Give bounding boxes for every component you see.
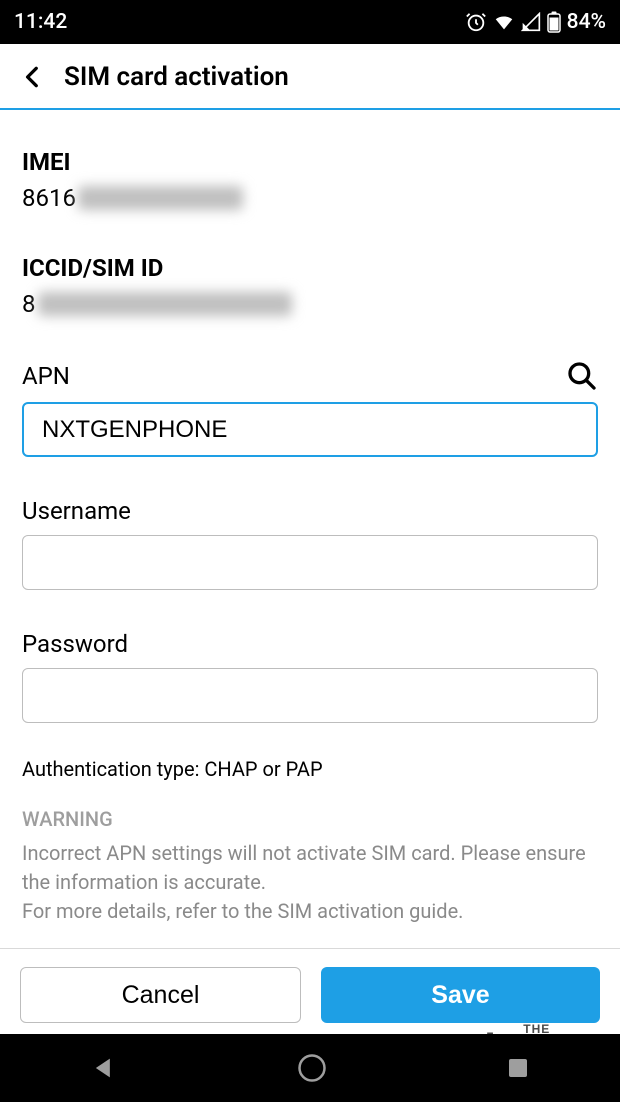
status-right: 84%	[465, 10, 606, 34]
iccid-value: 8	[22, 290, 598, 318]
page-title: SIM card activation	[64, 62, 289, 92]
iccid-visible: 8	[22, 290, 36, 318]
status-time: 11:42	[14, 10, 67, 34]
imei-value: 8616	[22, 184, 598, 212]
wifi-icon	[493, 11, 515, 33]
back-icon[interactable]	[20, 64, 46, 90]
battery-percent: 84%	[567, 10, 606, 34]
nav-back-icon[interactable]	[90, 1054, 118, 1082]
header: SIM card activation	[0, 44, 620, 110]
username-label: Username	[22, 497, 598, 525]
battery-icon	[547, 11, 561, 33]
save-button[interactable]: Save	[321, 967, 600, 1023]
nav-bar	[0, 1034, 620, 1102]
cancel-button[interactable]: Cancel	[20, 967, 301, 1023]
warning-text: Incorrect APN settings will not activate…	[22, 839, 598, 926]
apn-input[interactable]	[22, 402, 598, 457]
warning-title: WARNING	[22, 807, 598, 831]
iccid-label: ICCID/SIM ID	[22, 254, 598, 282]
nav-home-icon[interactable]	[297, 1053, 327, 1083]
password-input[interactable]	[22, 668, 598, 723]
imei-visible: 8616	[22, 184, 76, 212]
apn-label: APN	[22, 362, 70, 390]
content: IMEI 8616 ICCID/SIM ID 8 APN Username Pa…	[0, 110, 620, 926]
imei-redacted	[78, 186, 243, 210]
username-input[interactable]	[22, 535, 598, 590]
password-label: Password	[22, 630, 598, 658]
button-row: Cancel Save	[0, 949, 620, 1041]
signal-icon	[521, 12, 541, 32]
apn-row: APN	[22, 360, 598, 392]
status-bar: 11:42 84%	[0, 0, 620, 44]
nav-recent-icon[interactable]	[506, 1056, 530, 1080]
search-icon[interactable]	[566, 360, 598, 392]
iccid-redacted	[38, 292, 292, 316]
alarm-icon	[465, 11, 487, 33]
auth-type: Authentication type: CHAP or PAP	[22, 757, 598, 781]
imei-label: IMEI	[22, 148, 598, 176]
